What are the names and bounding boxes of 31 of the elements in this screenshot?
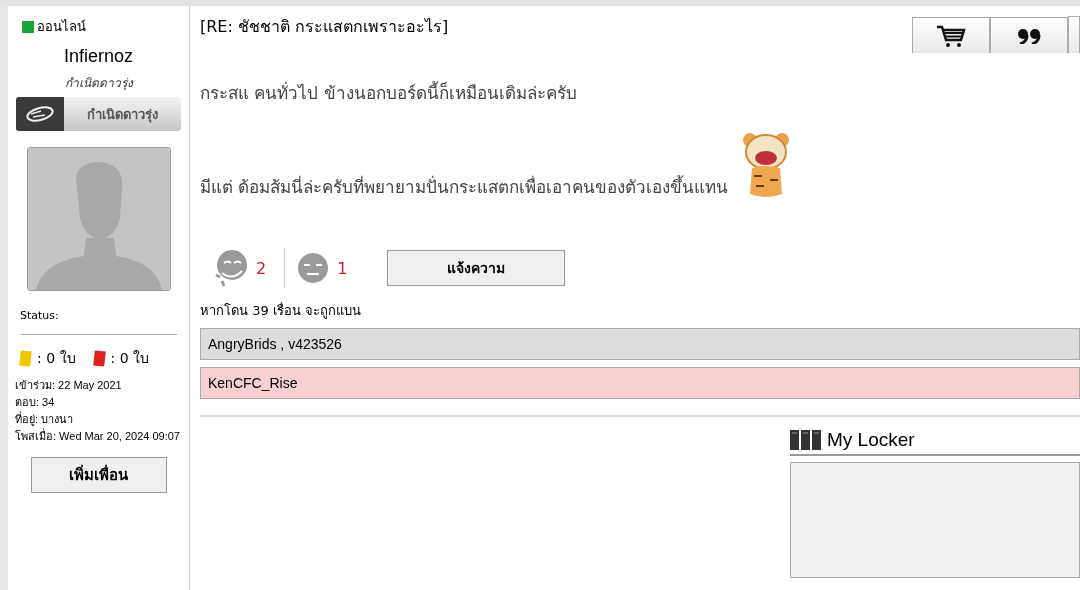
quote-button[interactable] (990, 17, 1068, 53)
reaction-count: 1 (337, 258, 348, 278)
warning-card-icon (19, 349, 32, 367)
online-status: ออนไลน์ (37, 18, 86, 36)
profile-detail: ตอบ: 34 (15, 395, 56, 410)
ban-notice: หากโดน 39 เรื่อน จะถูกแบน (200, 301, 362, 321)
penalty-card-count: : 0 ใบ (110, 349, 150, 368)
penalty-card-icon (92, 349, 106, 367)
post-text: มีแต่ ด้อมส้มนี่ล่ะครับที่พยายามปั่นกระแสตกเพื่อเอาคนของตัวเองขึ้นแทน (200, 174, 729, 199)
locker-icon (790, 430, 822, 450)
post-text: กระสแ คนทั่วไป ข้างนอกบอร์ดนี้ก็เหมือนเดิมล่ะครับ (200, 80, 578, 105)
report-button[interactable]: แจ้งความ (387, 250, 566, 286)
reaction-count: 2 (256, 258, 267, 278)
warning-card-count: : 0 ใบ (37, 349, 76, 368)
rank-badge: กำเนิดดาวรุ่ง (16, 97, 181, 131)
profile-detail: เข้าร่วม: 22 May 2021 (15, 378, 123, 393)
status-label: Status: (20, 309, 59, 322)
profile-detail: ที่อยู่: บางนา (15, 411, 75, 428)
locker-title: My Locker (827, 429, 915, 451)
toolbar-button[interactable] (1068, 16, 1080, 53)
quote-icon (1017, 27, 1041, 44)
cart-icon (936, 23, 966, 48)
post-title: [RE: ชัชชาติ กระแสตกเพราะอะไร] (200, 16, 449, 38)
voter-list-row: KenCFC_Rise (200, 367, 1080, 399)
add-friend-button[interactable]: เพิ่มเพื่อน (30, 457, 167, 493)
cart-button[interactable] (912, 17, 990, 53)
rank-title: กำเนิดดาวรุ่ง (64, 75, 133, 92)
voter-list-row: AngryBrids , v423526 (200, 328, 1080, 360)
profile-detail: โพสเมื่อ: Wed Mar 20, 2024 09:07 (15, 428, 180, 444)
username: Infiernoz (63, 46, 133, 67)
unamused-face-icon[interactable] (297, 252, 330, 284)
